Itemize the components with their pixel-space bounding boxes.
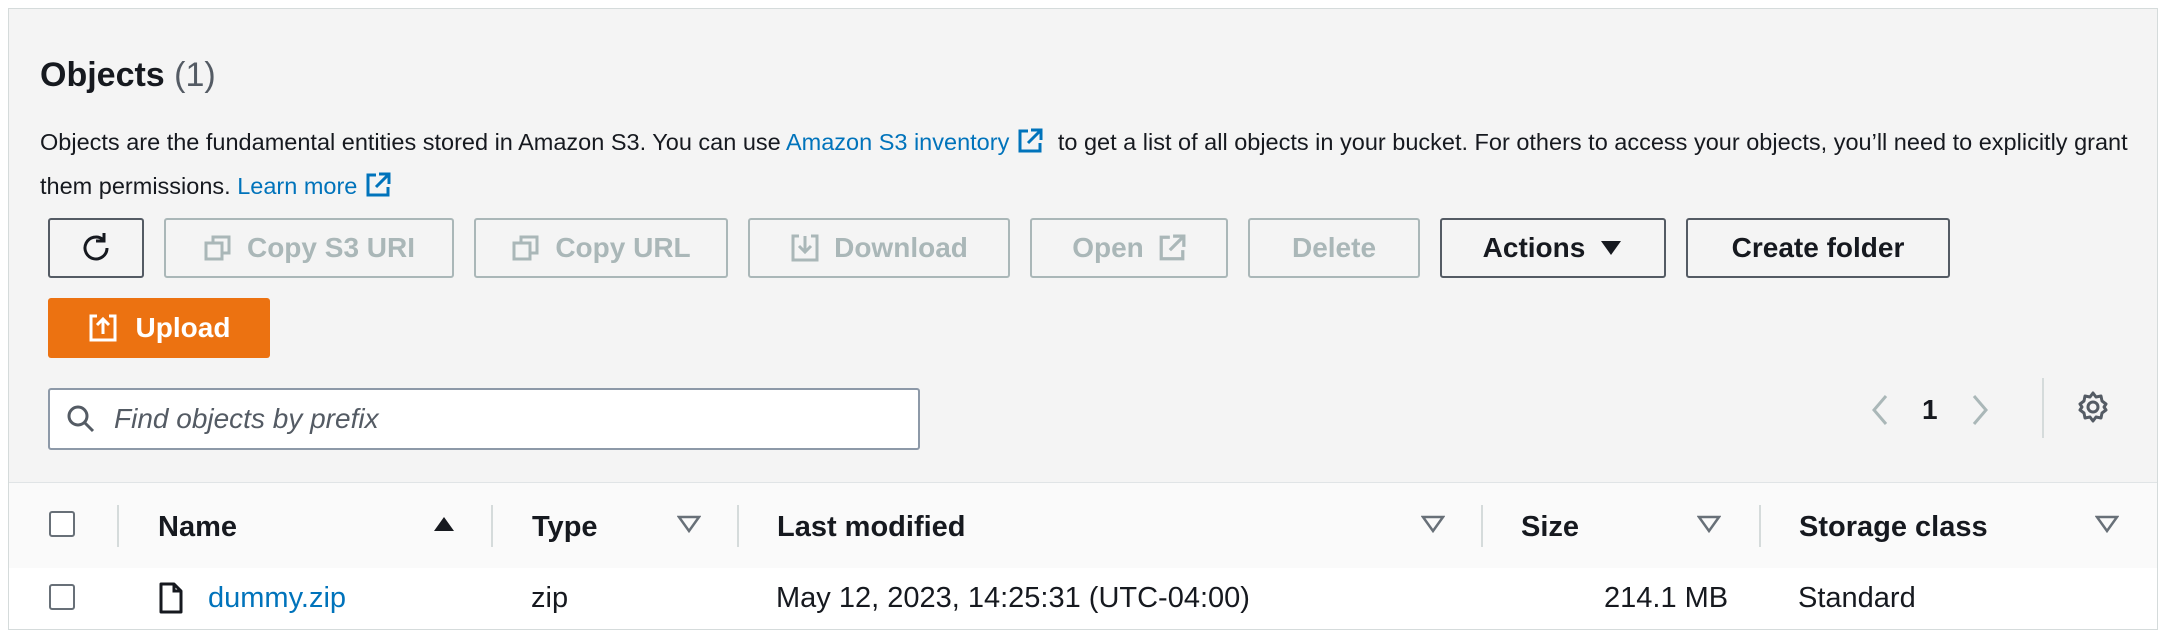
column-header-storage-class[interactable]: Storage class: [1799, 511, 1988, 544]
column-divider: [491, 505, 493, 547]
column-header-last-modified[interactable]: Last modified: [777, 511, 966, 544]
search-icon: [67, 405, 95, 433]
column-header-size[interactable]: Size: [1521, 511, 1579, 544]
open-label: Open: [1072, 232, 1144, 263]
create-folder-button[interactable]: Create folder: [1686, 218, 1950, 278]
chevron-right-icon[interactable]: [1968, 392, 1992, 428]
external-link-icon: [1159, 234, 1186, 261]
column-divider: [737, 505, 739, 547]
upload-icon: [89, 314, 117, 342]
copy-s3-uri-button[interactable]: Copy S3 URI: [164, 218, 454, 278]
object-count: (1): [174, 56, 216, 94]
refresh-button[interactable]: [48, 218, 144, 278]
object-last-modified: May 12, 2023, 14:25:31 (UTC-04:00): [776, 582, 1250, 614]
search-input[interactable]: [112, 402, 876, 436]
settings-icon[interactable]: [2076, 390, 2110, 424]
chevron-left-icon[interactable]: [1868, 392, 1892, 428]
column-header-name[interactable]: Name: [158, 511, 237, 544]
inventory-link[interactable]: Amazon S3 inventory: [786, 129, 1009, 155]
row-checkbox[interactable]: [49, 584, 75, 610]
create-folder-label: Create folder: [1731, 232, 1905, 263]
copy-icon: [512, 235, 539, 261]
column-header-type[interactable]: Type: [532, 511, 598, 544]
learn-more-link[interactable]: Learn more: [237, 173, 357, 199]
download-button[interactable]: Download: [748, 218, 1010, 278]
external-link-icon[interactable]: [365, 170, 391, 210]
pagination: 1: [1868, 385, 1992, 435]
column-divider: [1759, 505, 1761, 547]
search-box[interactable]: [48, 388, 920, 450]
page-title: Objects (1): [40, 56, 216, 95]
copy-s3-uri-label: Copy S3 URI: [246, 232, 416, 263]
object-size: 214.1 MB: [1604, 582, 1729, 614]
object-name-link[interactable]: dummy.zip: [208, 582, 346, 615]
upload-button[interactable]: Upload: [48, 298, 270, 358]
download-label: Download: [834, 232, 968, 263]
select-all-checkbox[interactable]: [49, 511, 75, 537]
object-type: zip: [531, 582, 569, 614]
description-text-1: Objects are the fundamental entities sto…: [40, 129, 786, 155]
sort-descending-icon[interactable]: [1697, 515, 1721, 533]
title-text: Objects: [40, 56, 165, 94]
sort-descending-icon[interactable]: [677, 515, 701, 533]
sort-descending-icon[interactable]: [1421, 515, 1445, 533]
copy-url-button[interactable]: Copy URL: [474, 218, 728, 278]
table-row: dummy.zip zip May 12, 2023, 14:25:31 (UT…: [9, 568, 2157, 629]
sort-descending-icon[interactable]: [2095, 515, 2119, 533]
actions-dropdown[interactable]: Actions: [1440, 218, 1666, 278]
copy-url-label: Copy URL: [555, 232, 691, 263]
actions-label: Actions: [1482, 232, 1586, 263]
copy-icon: [204, 235, 231, 261]
column-divider: [1481, 505, 1483, 547]
delete-button[interactable]: Delete: [1248, 218, 1420, 278]
sort-ascending-icon[interactable]: [432, 515, 456, 533]
column-divider: [117, 505, 119, 547]
open-button[interactable]: Open: [1030, 218, 1228, 278]
delete-label: Delete: [1291, 232, 1377, 263]
current-page[interactable]: 1: [1922, 394, 1938, 426]
external-link-icon[interactable]: [1017, 126, 1043, 166]
description: Objects are the fundamental entities sto…: [40, 122, 2130, 210]
file-icon: [159, 582, 183, 614]
upload-label: Upload: [135, 312, 231, 343]
refresh-icon: [83, 233, 109, 261]
caret-down-icon: [1601, 241, 1622, 255]
object-storage-class: Standard: [1798, 582, 1916, 614]
pager-divider: [2042, 378, 2044, 438]
table-header: Name Type Last modified Size Storage cla…: [9, 482, 2157, 570]
download-icon: [791, 234, 819, 262]
